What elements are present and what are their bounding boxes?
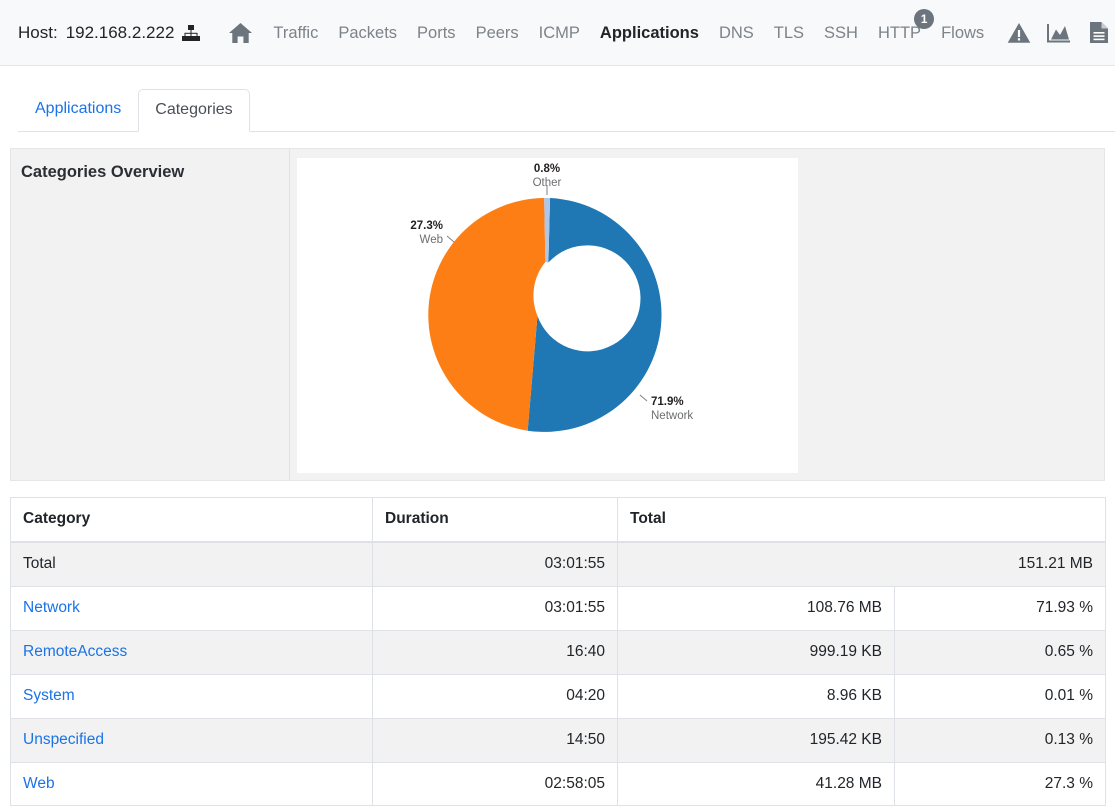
slice-label-other-pct: 0.8% [534, 163, 560, 175]
tab-categories[interactable]: Categories [138, 89, 250, 132]
leader-web [446, 235, 455, 243]
host-label: Host: 192.168.2.222 [18, 22, 201, 43]
total-bytes: 151.21 MB [617, 541, 1106, 587]
nav-traffic[interactable]: Traffic [263, 0, 328, 66]
categories-overview-card: Categories Overview 0.8% Other 27.3% Web [10, 148, 1105, 481]
nav-http-label: HTTP [877, 23, 922, 42]
category-link-remoteaccess[interactable]: RemoteAccess [23, 643, 127, 660]
categories-table-container: Category Duration Total Total 03:01:55 1… [10, 496, 1106, 806]
charts-icon[interactable] [1042, 16, 1076, 50]
cell-total: 195.42 KB [617, 717, 895, 763]
nav-flows[interactable]: Flows [931, 0, 994, 66]
cell-duration: 16:40 [372, 629, 618, 675]
navbar-icon-group [1002, 16, 1115, 50]
slice-label-network-pct: 71.9% [651, 396, 684, 408]
slice-label-network-name: Network [651, 410, 693, 422]
table-row[interactable]: System 04:20 8.96 KB 0.01 % [10, 673, 1106, 719]
top-navbar: Host: 192.168.2.222 Traffic Packets Port… [0, 0, 1115, 66]
cell-category: Unspecified [10, 717, 373, 763]
page-title: Categories Overview [21, 163, 185, 181]
card-header-pane: Categories Overview [11, 149, 290, 480]
cell-total: 108.76 MB [617, 585, 895, 631]
cell-category: Web [10, 761, 373, 806]
cell-duration: 02:58:05 [372, 761, 618, 806]
cell-category: System [10, 673, 373, 719]
nav-ssh[interactable]: SSH [814, 0, 868, 66]
alerts-warning-icon[interactable] [1002, 16, 1036, 50]
nav-http[interactable]: HTTP 1 [868, 0, 935, 66]
table-head: Category Duration Total [10, 496, 1106, 543]
table-row[interactable]: Unspecified 14:50 195.42 KB 0.13 % [10, 717, 1106, 763]
nav-tls[interactable]: TLS [764, 0, 814, 66]
categories-donut-chart[interactable]: 0.8% Other 27.3% Web 71.9% Network [297, 158, 798, 473]
cell-duration: 03:01:55 [372, 585, 618, 631]
table-row[interactable]: Network 03:01:55 108.76 MB 71.93 % [10, 585, 1106, 631]
cell-percent: 27.3 % [894, 761, 1106, 806]
sub-tabs-container: Applications Categories [0, 66, 1115, 132]
total-label: Total [10, 541, 373, 587]
leader-network [639, 394, 648, 402]
table-header-row: Category Duration Total [10, 496, 1106, 543]
cell-duration: 04:20 [372, 673, 618, 719]
table-body: Total 03:01:55 151.21 MB Network 03:01:5… [10, 541, 1106, 806]
category-link-system[interactable]: System [23, 687, 75, 704]
total-duration: 03:01:55 [372, 541, 618, 587]
cell-duration: 14:50 [372, 717, 618, 763]
cell-percent: 71.93 % [894, 585, 1106, 631]
host-ip-value: 192.168.2.222 [65, 22, 175, 42]
categories-table: Category Duration Total Total 03:01:55 1… [10, 496, 1106, 806]
host-prefix-label: Host: [18, 22, 58, 42]
slice-label-other-name: Other [533, 177, 562, 189]
card-chart-pane: 0.8% Other 27.3% Web 71.9% Network [290, 149, 1104, 480]
category-link-web[interactable]: Web [23, 775, 55, 792]
cell-total: 41.28 MB [617, 761, 895, 806]
slice-web [428, 198, 546, 431]
col-header-duration[interactable]: Duration [372, 496, 618, 543]
sub-tabs: Applications Categories [18, 88, 1115, 132]
col-header-category[interactable]: Category [10, 496, 373, 543]
table-row-total: Total 03:01:55 151.21 MB [10, 541, 1106, 587]
table-row[interactable]: Web 02:58:05 41.28 MB 27.3 % [10, 761, 1106, 806]
cell-category: Network [10, 585, 373, 631]
cell-percent: 0.01 % [894, 673, 1106, 719]
nav-dns[interactable]: DNS [709, 0, 764, 66]
sitemap-icon[interactable] [182, 24, 201, 41]
nav-applications[interactable]: Applications [590, 0, 709, 66]
category-link-network[interactable]: Network [23, 599, 80, 616]
table-row[interactable]: RemoteAccess 16:40 999.19 KB 0.65 % [10, 629, 1106, 675]
report-document-icon[interactable] [1082, 16, 1115, 50]
cell-total: 8.96 KB [617, 673, 895, 719]
cell-total: 999.19 KB [617, 629, 895, 675]
nav-icmp[interactable]: ICMP [529, 0, 590, 66]
cell-percent: 0.13 % [894, 717, 1106, 763]
nav-packets[interactable]: Packets [328, 0, 407, 66]
home-icon[interactable] [218, 0, 263, 66]
nav-ports[interactable]: Ports [407, 0, 466, 66]
cell-category: RemoteAccess [10, 629, 373, 675]
cell-percent: 0.65 % [894, 629, 1106, 675]
nav-items: Traffic Packets Ports Peers ICMP Applica… [218, 0, 994, 66]
col-header-total[interactable]: Total [617, 496, 1106, 543]
nav-peers[interactable]: Peers [466, 0, 529, 66]
tab-applications[interactable]: Applications [18, 88, 138, 131]
slice-label-web-name: Web [420, 234, 443, 246]
slice-label-web-pct: 27.3% [410, 220, 443, 232]
category-link-unspecified[interactable]: Unspecified [23, 731, 104, 748]
